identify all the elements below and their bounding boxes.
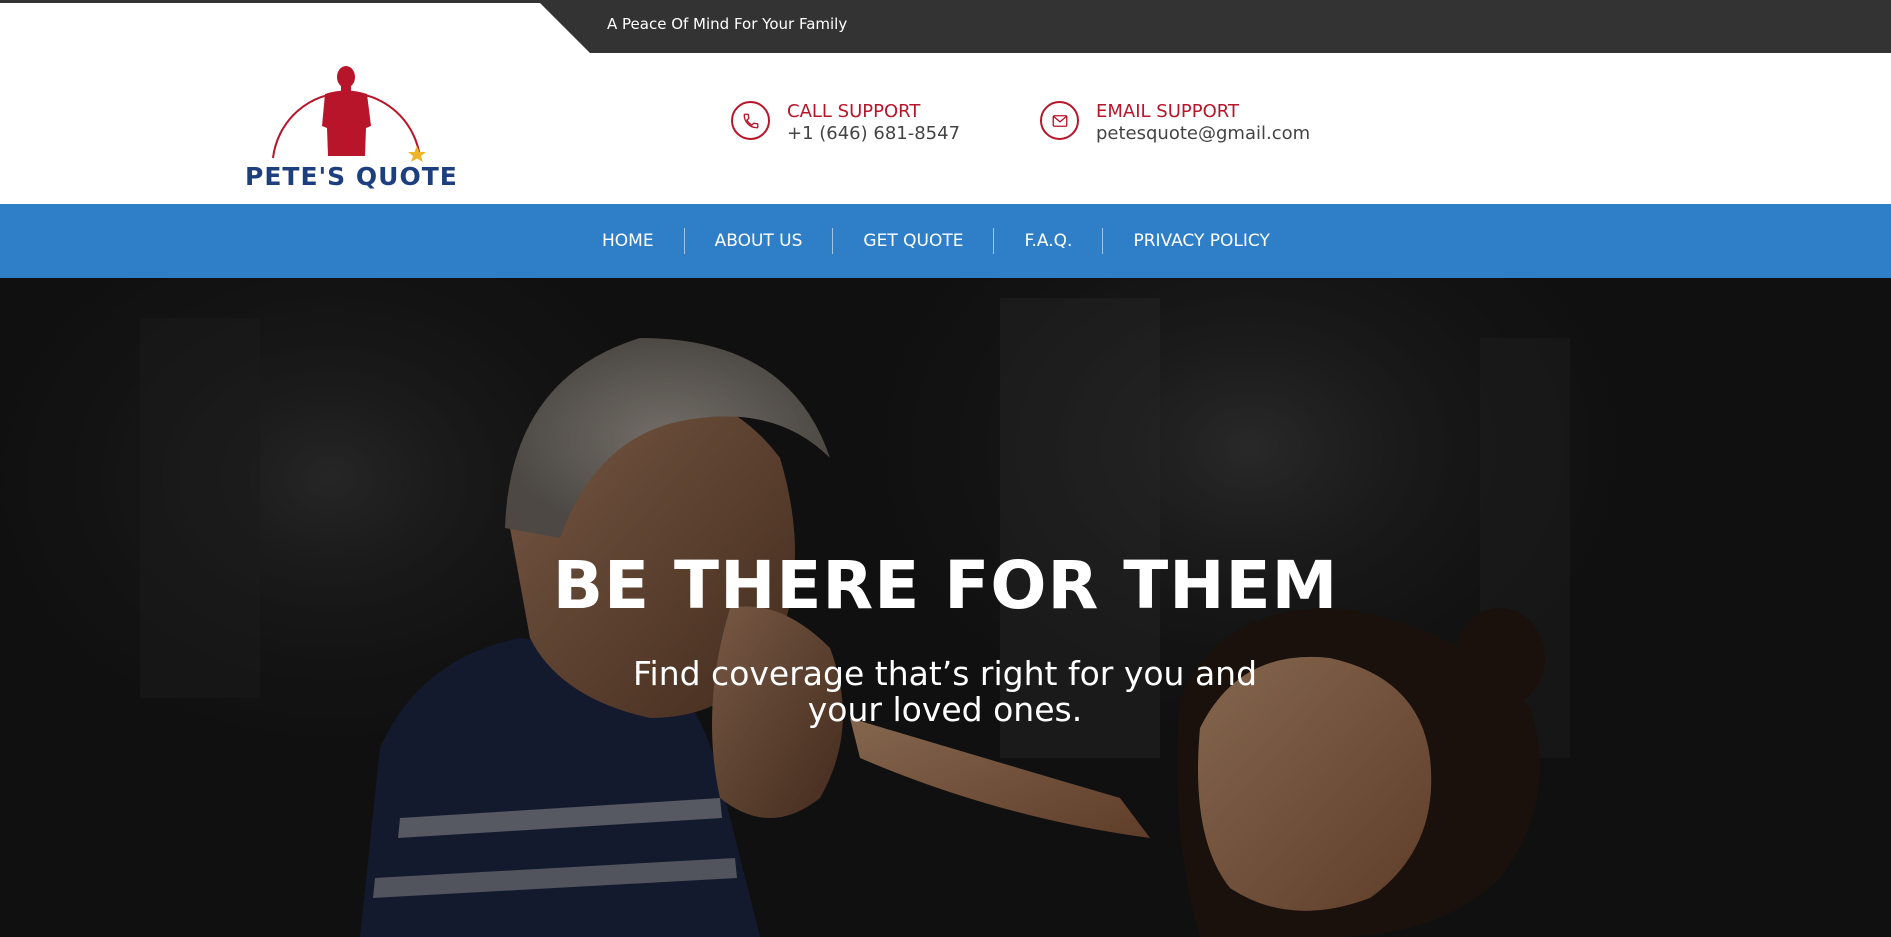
nav-item-home[interactable]: HOME	[572, 228, 685, 254]
email-support-label: EMAIL SUPPORT	[1096, 101, 1239, 122]
hero-subtitle: Find coverage that’s right for you and y…	[632, 654, 1258, 729]
hero-title: BE THERE FOR THEM	[552, 547, 1339, 624]
site-logo[interactable]: PETE'S QUOTE	[240, 56, 458, 191]
main-nav: HOME ABOUT US GET QUOTE F.A.Q. PRIVACY P…	[0, 204, 1891, 278]
nav-list: HOME ABOUT US GET QUOTE F.A.Q. PRIVACY P…	[572, 204, 1300, 278]
email-support-address[interactable]: petesquote@gmail.com	[1096, 123, 1310, 144]
nav-item-about-us[interactable]: ABOUT US	[685, 228, 834, 254]
top-bar-logo-cutout	[0, 3, 590, 53]
phone-icon	[731, 101, 770, 140]
nav-item-get-quote[interactable]: GET QUOTE	[833, 228, 995, 254]
call-support-label: CALL SUPPORT	[787, 101, 921, 122]
logo-text: PETE'S QUOTE	[245, 162, 458, 191]
logo-emblem-icon	[272, 66, 426, 162]
nav-item-faq[interactable]: F.A.Q.	[994, 228, 1104, 254]
tagline: A Peace Of Mind For Your Family	[607, 15, 848, 33]
hero-banner: BE THERE FOR THEM Find coverage that’s r…	[0, 278, 1891, 937]
nav-item-privacy-policy[interactable]: PRIVACY POLICY	[1103, 228, 1299, 254]
site-header: PETE'S QUOTE CALL SUPPORT +1 (646) 681-8…	[0, 53, 1891, 204]
envelope-icon	[1040, 101, 1079, 140]
call-support-phone[interactable]: +1 (646) 681-8547	[787, 123, 960, 144]
